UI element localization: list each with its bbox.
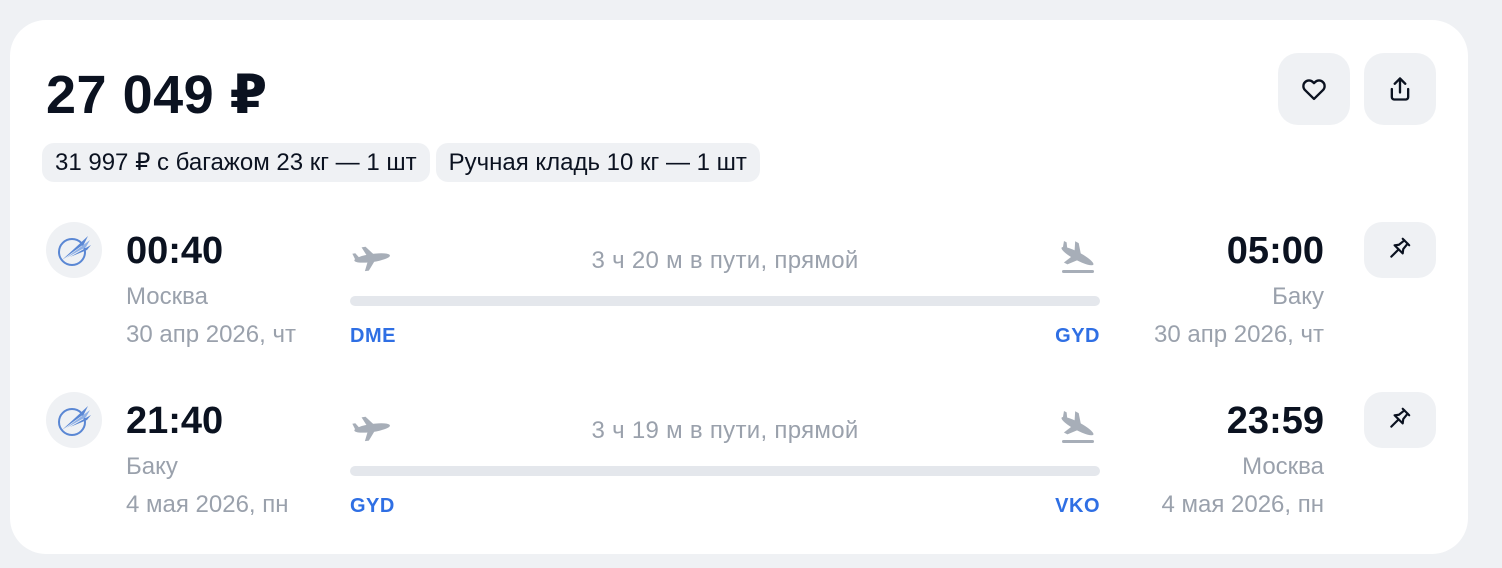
plane-landing-icon — [1056, 240, 1098, 274]
ticket-card[interactable]: 27 049 ₽ 31 997 ₽ с багажом 23 кг — 1 шт… — [10, 20, 1468, 554]
arrival-date: 4 мая 2026, пн — [1161, 491, 1324, 518]
plane-landing-icon — [1056, 410, 1098, 444]
arrival-city: Баку — [1272, 283, 1324, 310]
flight-duration: 3 ч 20 м в пути, прямой — [591, 247, 859, 274]
flight-segment-outbound: 00:40 Москва 30 апр 2026, чт 3 ч 20 м в … — [10, 220, 1468, 360]
share-button[interactable] — [1364, 53, 1436, 125]
ticket-tags: 31 997 ₽ с багажом 23 кг — 1 шт Ручная к… — [42, 143, 760, 182]
route-track — [350, 296, 1100, 306]
pin-icon — [1387, 405, 1413, 436]
pin-segment-button[interactable] — [1364, 222, 1436, 278]
departure-date: 30 апр 2026, чт — [126, 321, 296, 348]
hand-luggage-tag[interactable]: Ручная кладь 10 кг — 1 шт — [435, 143, 760, 182]
share-icon — [1386, 75, 1414, 103]
baggage-tag[interactable]: 31 997 ₽ с багажом 23 кг — 1 шт — [42, 143, 430, 182]
departure-airport-code[interactable]: GYD — [350, 494, 395, 518]
flight-duration: 3 ч 19 м в пути, прямой — [591, 417, 859, 444]
ticket-actions — [1278, 53, 1436, 125]
flight-segment-return: 21:40 Баку 4 мая 2026, пн 3 ч 19 м в пут… — [10, 390, 1468, 530]
pin-icon — [1387, 235, 1413, 266]
airline-logo — [46, 392, 102, 448]
arrival-airport-code[interactable]: VKO — [1055, 494, 1100, 518]
arrival-airport-code[interactable]: GYD — [1055, 324, 1100, 348]
arrival-time: 05:00 — [1226, 230, 1324, 272]
departure-city: Москва — [126, 283, 208, 310]
departure-time: 21:40 — [126, 400, 224, 442]
favorite-button[interactable] — [1278, 53, 1350, 125]
arrival-date: 30 апр 2026, чт — [1154, 321, 1324, 348]
ticket-price: 27 049 ₽ — [46, 65, 268, 125]
arrival-city: Москва — [1242, 453, 1324, 480]
departure-date: 4 мая 2026, пн — [126, 491, 289, 518]
heart-icon — [1300, 75, 1328, 103]
route-track — [350, 466, 1100, 476]
airline-logo — [46, 222, 102, 278]
departure-time: 00:40 — [126, 230, 224, 272]
arrival-time: 23:59 — [1226, 400, 1324, 442]
pin-segment-button[interactable] — [1364, 392, 1436, 448]
departure-city: Баку — [126, 453, 178, 480]
departure-airport-code[interactable]: DME — [350, 324, 396, 348]
